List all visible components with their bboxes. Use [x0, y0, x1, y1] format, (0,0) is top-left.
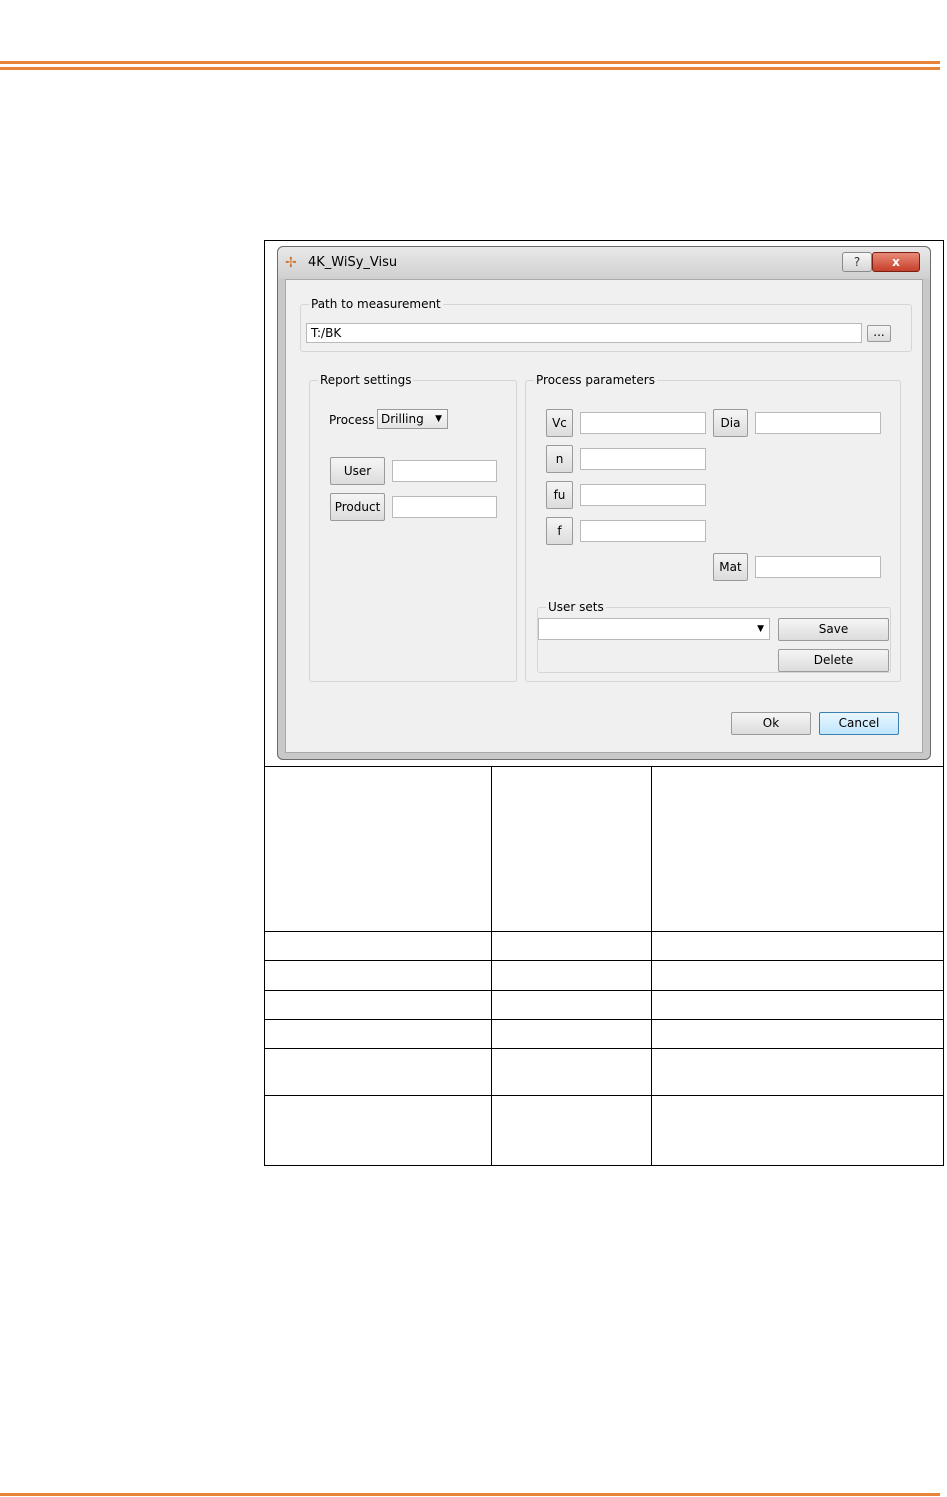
footer-rule [0, 1493, 940, 1496]
document-table: ✢ 4K_WiSy_Visu ? x Path to measurement T… [264, 240, 944, 1166]
process-label: Process [329, 413, 375, 427]
header-rule-upper [0, 61, 940, 64]
dialog-client-area: Path to measurement T:/BK ... Report set… [285, 279, 923, 753]
window-title: 4K_WiSy_Visu [308, 255, 398, 270]
header-rule-lower [0, 67, 940, 70]
table-row [265, 1096, 943, 1165]
table-row [265, 1020, 943, 1049]
process-parameters-title: Process parameters [534, 373, 657, 387]
title-bar[interactable]: ✢ 4K_WiSy_Visu ? x [278, 247, 930, 279]
dia-button[interactable]: Dia [713, 409, 748, 437]
n-button[interactable]: n [546, 445, 573, 473]
product-button[interactable]: Product [330, 493, 385, 521]
f-input[interactable] [580, 520, 706, 542]
cancel-button[interactable]: Cancel [819, 712, 899, 735]
table-row [265, 991, 943, 1020]
delete-button[interactable]: Delete [778, 649, 889, 672]
app-logo-icon: ✢ [285, 255, 297, 271]
column-divider [491, 767, 492, 1165]
screenshot-cell: ✢ 4K_WiSy_Visu ? x Path to measurement T… [265, 241, 943, 767]
table-row [265, 961, 943, 991]
report-settings-title: Report settings [318, 373, 414, 387]
help-icon: ? [853, 255, 861, 269]
mat-input[interactable] [755, 556, 881, 578]
process-select[interactable]: Drilling ▼ [377, 409, 448, 429]
report-settings-groupbox: Report settings Process Drilling ▼ User … [309, 373, 517, 682]
mat-button[interactable]: Mat [713, 553, 748, 581]
close-icon: x [892, 255, 900, 269]
help-button[interactable]: ? [842, 252, 872, 272]
dropdown-arrow-icon: ▼ [757, 624, 764, 634]
user-input[interactable] [392, 460, 497, 482]
dialog-window: ✢ 4K_WiSy_Visu ? x Path to measurement T… [277, 246, 931, 760]
product-input[interactable] [392, 496, 497, 518]
fu-button[interactable]: fu [546, 481, 573, 509]
browse-button[interactable]: ... [867, 325, 891, 342]
table-row [265, 1049, 943, 1096]
dia-input[interactable] [755, 412, 881, 434]
column-divider [651, 767, 652, 1165]
vc-button[interactable]: Vc [546, 409, 573, 437]
ok-button[interactable]: Ok [731, 712, 811, 735]
path-group-title: Path to measurement [309, 297, 443, 311]
user-button[interactable]: User [330, 457, 385, 485]
table-row [265, 767, 943, 932]
process-select-value: Drilling [381, 412, 424, 426]
dropdown-arrow-icon: ▼ [435, 414, 442, 424]
process-parameters-groupbox: Process parameters Vc Dia n fu f Mat Use… [525, 373, 901, 682]
user-sets-groupbox: User sets ▼ Save Delete [537, 600, 891, 673]
close-button[interactable]: x [872, 252, 920, 272]
table-row [265, 932, 943, 961]
user-sets-title: User sets [546, 600, 606, 614]
f-button[interactable]: f [546, 517, 573, 545]
path-input[interactable]: T:/BK [306, 323, 862, 343]
path-groupbox: Path to measurement T:/BK ... [300, 297, 912, 352]
n-input[interactable] [580, 448, 706, 470]
vc-input[interactable] [580, 412, 706, 434]
user-sets-select[interactable]: ▼ [538, 618, 770, 640]
fu-input[interactable] [580, 484, 706, 506]
save-button[interactable]: Save [778, 618, 889, 641]
